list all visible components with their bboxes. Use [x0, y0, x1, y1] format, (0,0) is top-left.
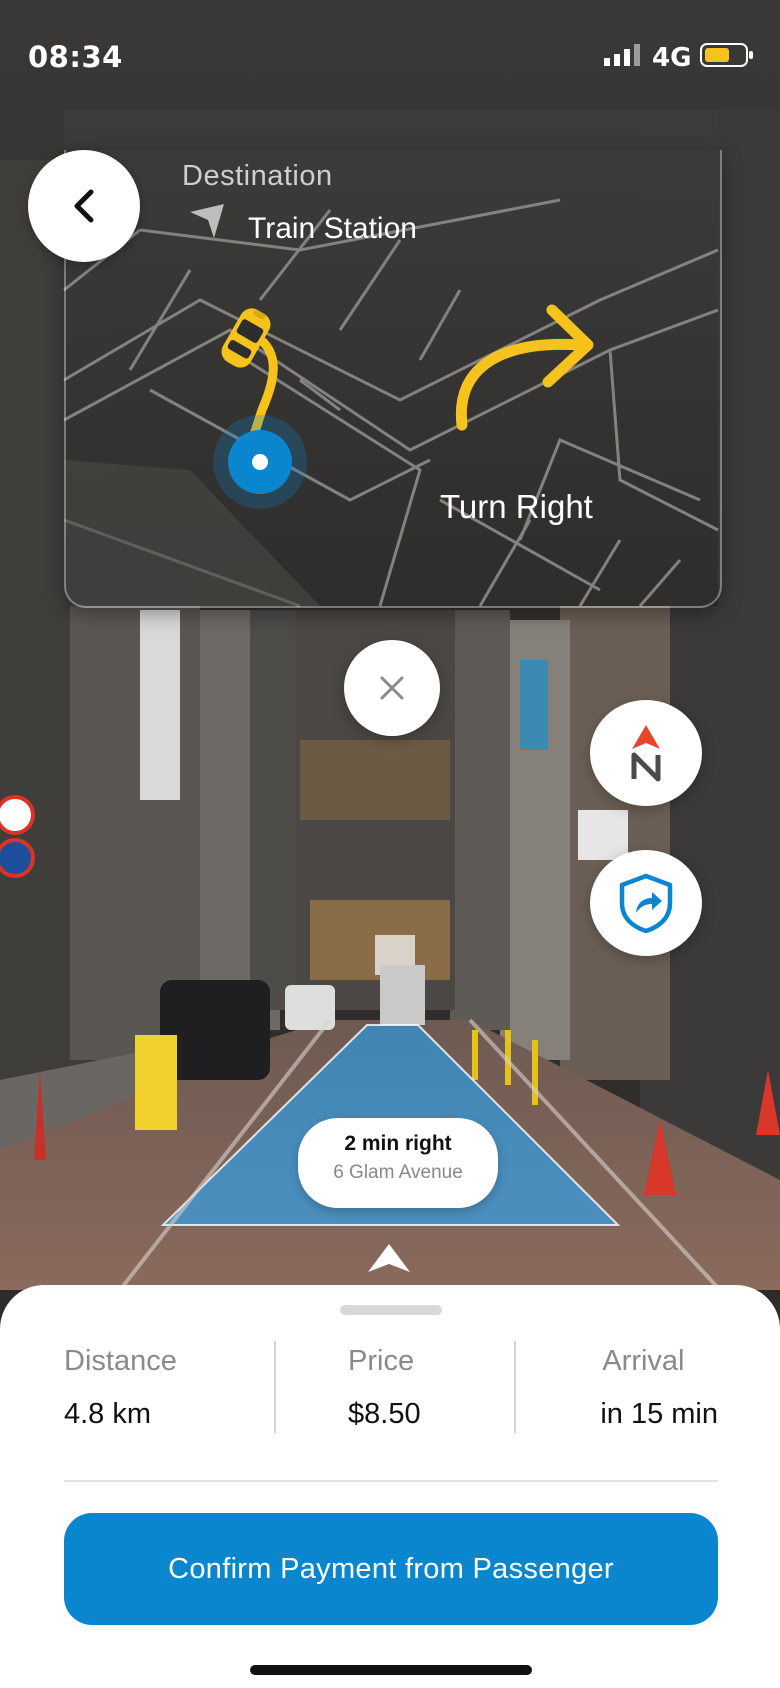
arrival-stat: Arrival in 15 min — [600, 1345, 718, 1431]
route-tooltip-title: 2 min right — [344, 1132, 452, 1155]
route-tooltip: 2 min right 6 Glam Avenue — [298, 1118, 498, 1208]
status-time: 08:34 — [28, 40, 123, 74]
signal-icon — [604, 44, 640, 66]
network-type: 4G — [652, 43, 692, 73]
trip-bottom-sheet: Distance 4.8 km Price $8.50 Arrival in 1… — [0, 1285, 780, 1688]
navigation-arrow-icon — [190, 204, 224, 238]
battery-icon — [700, 43, 753, 67]
compass-button[interactable] — [590, 700, 702, 806]
divider — [274, 1341, 276, 1433]
forward-arrow-icon — [368, 1244, 410, 1272]
divider — [64, 1480, 718, 1482]
route-tooltip-subtitle: 6 Glam Avenue — [333, 1162, 463, 1183]
distance-stat: Distance 4.8 km — [64, 1345, 177, 1431]
sheet-drag-handle[interactable] — [340, 1305, 442, 1315]
home-indicator — [250, 1665, 532, 1675]
price-stat: Price $8.50 — [348, 1345, 421, 1431]
chevron-left-icon — [74, 189, 94, 223]
divider — [514, 1341, 516, 1433]
shield-share-icon — [619, 873, 673, 933]
arrival-label: Arrival — [602, 1345, 685, 1377]
back-button[interactable] — [28, 150, 140, 262]
shield-share-button[interactable] — [590, 850, 702, 956]
status-bar: 08:34 4G — [0, 0, 780, 120]
destination-label: Destination — [182, 160, 333, 192]
confirm-payment-button[interactable]: Confirm Payment from Passenger — [64, 1513, 718, 1625]
distance-label: Distance — [64, 1345, 177, 1377]
north-compass-icon — [631, 725, 661, 782]
price-label: Price — [348, 1345, 415, 1377]
close-button[interactable] — [344, 640, 440, 736]
price-value: $8.50 — [348, 1398, 421, 1430]
turn-instruction: Turn Right — [440, 488, 593, 525]
distance-value: 4.8 km — [64, 1398, 152, 1430]
arrival-value: in 15 min — [600, 1398, 718, 1430]
destination-value: Train Station — [248, 212, 417, 245]
close-icon — [380, 676, 404, 700]
